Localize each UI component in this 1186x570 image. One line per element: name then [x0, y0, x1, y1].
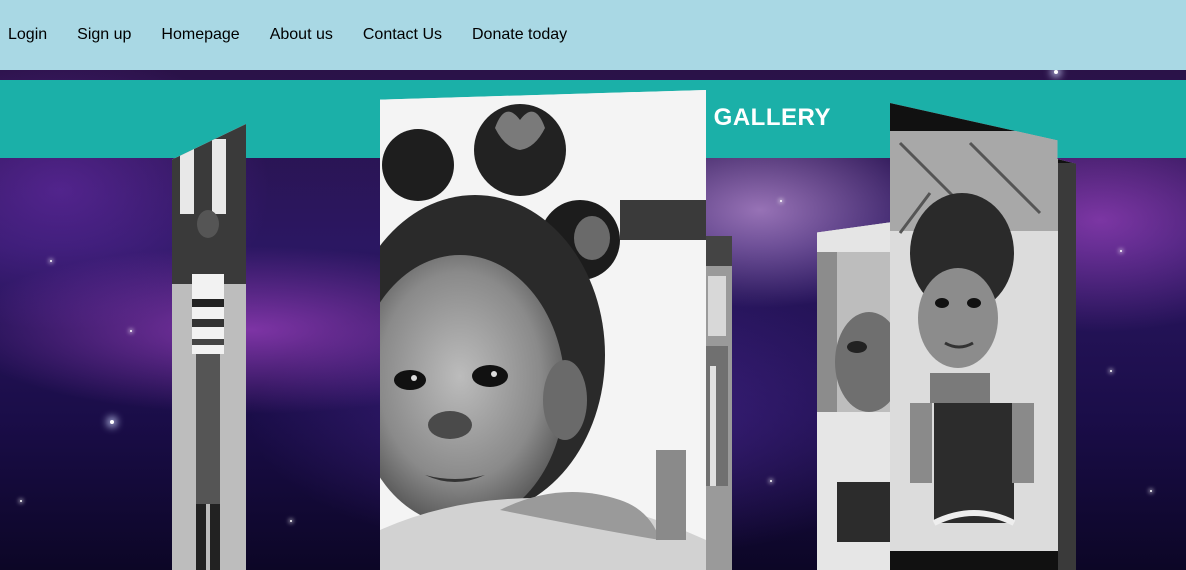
nav-donate-link[interactable]: Donate today	[472, 26, 567, 44]
nav-contact-link[interactable]: Contact Us	[363, 26, 442, 44]
photo-right-image	[890, 103, 1076, 570]
gallery-photo-right-back[interactable]	[817, 222, 893, 570]
nav-homepage-link[interactable]: Homepage	[161, 26, 239, 44]
gallery-photo-right[interactable]	[890, 103, 1076, 570]
photo-center-image	[380, 90, 706, 570]
gallery-title: S GALLERY	[690, 104, 831, 131]
nav-login-link[interactable]: Login	[8, 26, 47, 44]
photo-right-back-image	[817, 222, 893, 570]
gallery-photo-center[interactable]	[380, 90, 706, 570]
photo-left-image	[172, 124, 246, 570]
gallery-photo-left[interactable]	[172, 124, 246, 570]
top-navbar: Login Sign up Homepage About us Contact …	[0, 0, 1186, 70]
nav-about-link[interactable]: About us	[270, 26, 333, 44]
nav-signup-link[interactable]: Sign up	[77, 26, 131, 44]
